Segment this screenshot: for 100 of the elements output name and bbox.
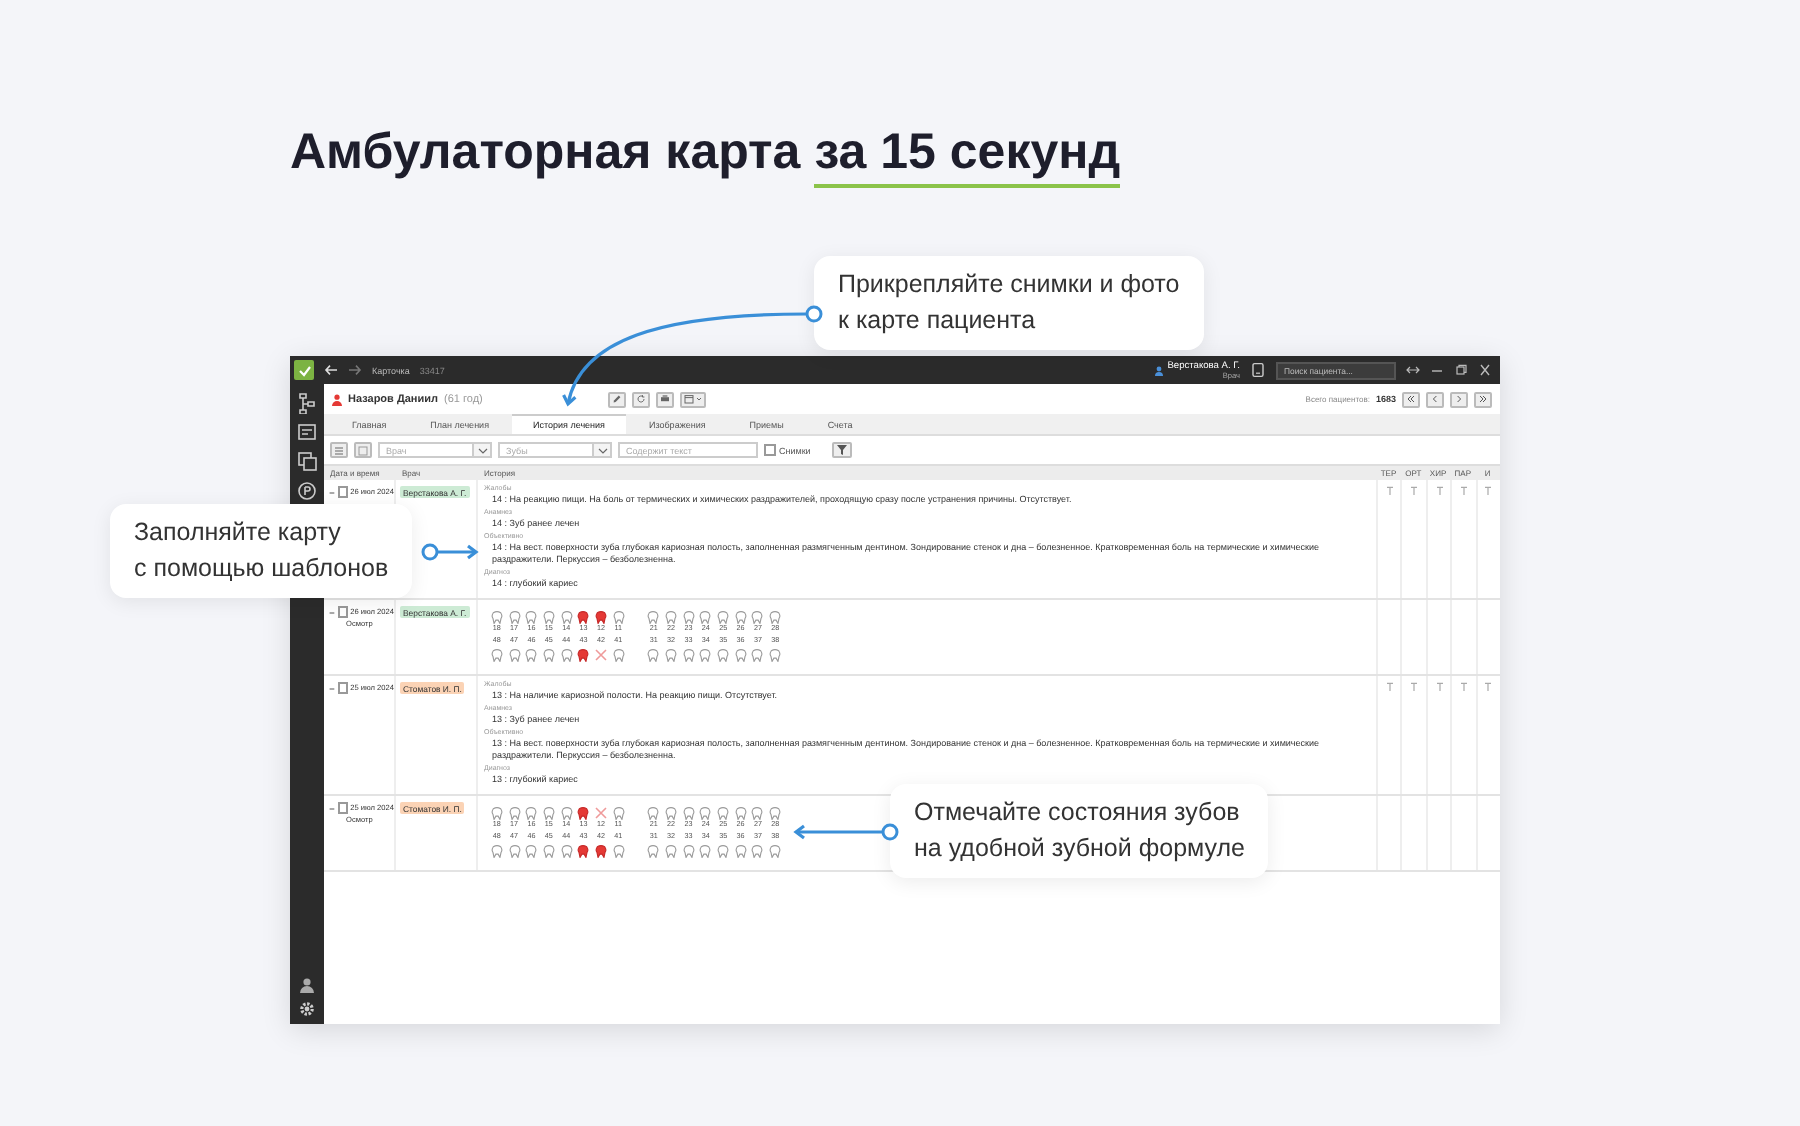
- tooth-icon[interactable]: [507, 647, 522, 661]
- phone-icon[interactable]: [1250, 362, 1266, 378]
- tooth-icon[interactable]: [576, 843, 591, 857]
- tooth-icon[interactable]: [576, 805, 591, 819]
- edit-button[interactable]: [608, 391, 627, 407]
- tooth-icon[interactable]: [524, 609, 539, 623]
- tooth-icon[interactable]: [541, 843, 556, 857]
- tooth-icon[interactable]: [716, 609, 731, 623]
- close-icon[interactable]: [1478, 364, 1492, 376]
- tooth-icon[interactable]: [750, 609, 765, 623]
- row-checkbox[interactable]: [337, 486, 349, 498]
- hierarchy-icon[interactable]: [296, 390, 318, 414]
- list-icon: [334, 445, 344, 455]
- calendar-button[interactable]: [680, 391, 707, 407]
- tooth-icon[interactable]: [593, 609, 608, 623]
- tooth-icon[interactable]: [698, 843, 713, 857]
- collapse-icon[interactable]: [328, 683, 336, 693]
- refresh-button[interactable]: [632, 391, 651, 407]
- back-icon[interactable]: [324, 364, 338, 376]
- tooth-icon[interactable]: [646, 609, 661, 623]
- tooth-icon[interactable]: [698, 805, 713, 819]
- row-checkbox[interactable]: [337, 606, 349, 618]
- tooth-icon[interactable]: [681, 805, 696, 819]
- collapse-icon[interactable]: [328, 487, 336, 497]
- tooth-icon[interactable]: [681, 843, 696, 857]
- tooth-icon[interactable]: [681, 609, 696, 623]
- tooth-icon[interactable]: [489, 609, 504, 623]
- tooth-icon[interactable]: [768, 609, 783, 623]
- tooth-icon[interactable]: [768, 805, 783, 819]
- tooth-icon[interactable]: [750, 843, 765, 857]
- list-view-button[interactable]: [330, 442, 348, 458]
- logo-icon[interactable]: [294, 360, 314, 380]
- coin-icon[interactable]: [296, 480, 318, 504]
- board-icon[interactable]: [296, 420, 318, 444]
- minimize-icon[interactable]: [1430, 364, 1444, 376]
- tooth-icon[interactable]: [611, 647, 626, 661]
- tooth-icon[interactable]: [646, 647, 661, 661]
- cards-icon[interactable]: [296, 450, 318, 474]
- previous-page-button[interactable]: [1426, 391, 1444, 407]
- images-checkbox[interactable]: [764, 444, 776, 456]
- tooth-icon[interactable]: [507, 805, 522, 819]
- tooth-icon[interactable]: [664, 843, 679, 857]
- tooth-icon[interactable]: [507, 609, 522, 623]
- tooth-icon[interactable]: [768, 647, 783, 661]
- tooth-icon[interactable]: [733, 843, 748, 857]
- tooth-icon[interactable]: [681, 647, 696, 661]
- tooth-icon[interactable]: [750, 647, 765, 661]
- tooth-icon[interactable]: [507, 843, 522, 857]
- first-page-button[interactable]: [1402, 391, 1420, 407]
- tooth-icon[interactable]: [489, 647, 504, 661]
- restore-icon[interactable]: [1454, 364, 1468, 376]
- grid-view-button[interactable]: [354, 442, 372, 458]
- refresh-icon: [636, 394, 647, 404]
- tooth-icon[interactable]: [646, 843, 661, 857]
- tooth-icon[interactable]: [698, 647, 713, 661]
- tooth-icon[interactable]: [541, 647, 556, 661]
- tooth-icon[interactable]: [698, 609, 713, 623]
- tooth-icon[interactable]: [541, 609, 556, 623]
- tooth-icon[interactable]: [559, 647, 574, 661]
- tooth-icon[interactable]: [559, 609, 574, 623]
- tooth-icon[interactable]: [524, 843, 539, 857]
- tooth-icon[interactable]: [611, 843, 626, 857]
- tooth-icon[interactable]: [716, 647, 731, 661]
- tooth-icon[interactable]: [716, 843, 731, 857]
- tooth-icon[interactable]: [593, 843, 608, 857]
- tooth-icon[interactable]: [733, 609, 748, 623]
- tooth-icon[interactable]: [750, 805, 765, 819]
- tooth-icon[interactable]: [524, 805, 539, 819]
- tooth-icon[interactable]: [664, 647, 679, 661]
- collapse-icon[interactable]: [328, 803, 336, 813]
- tooth-icon[interactable]: [611, 805, 626, 819]
- tooth-icon[interactable]: [559, 805, 574, 819]
- print-button[interactable]: [656, 391, 675, 407]
- tooth-icon[interactable]: [541, 805, 556, 819]
- last-page-button[interactable]: [1474, 391, 1492, 407]
- tooth-icon[interactable]: [576, 647, 591, 661]
- row-checkbox[interactable]: [337, 802, 349, 814]
- tooth-icon[interactable]: [611, 609, 626, 623]
- tooth-icon[interactable]: [716, 805, 731, 819]
- tooth-icon[interactable]: [664, 805, 679, 819]
- tooth-icon[interactable]: [559, 843, 574, 857]
- tooth-icon[interactable]: [576, 609, 591, 623]
- tooth-icon[interactable]: [524, 647, 539, 661]
- next-page-button[interactable]: [1450, 391, 1468, 407]
- tooth-icon[interactable]: [489, 843, 504, 857]
- pencil-icon: [612, 394, 623, 404]
- tooth-icon[interactable]: [733, 805, 748, 819]
- user-icon[interactable]: [298, 976, 316, 994]
- row-checkbox[interactable]: [337, 682, 349, 694]
- settings-icon[interactable]: [298, 1000, 316, 1018]
- tooth-icon[interactable]: [733, 647, 748, 661]
- patient-icon: [332, 393, 342, 405]
- tooth-icon[interactable]: [768, 843, 783, 857]
- filter-button[interactable]: [832, 442, 853, 458]
- tooth-icon[interactable]: [664, 609, 679, 623]
- swap-icon[interactable]: [1406, 364, 1420, 376]
- collapse-icon[interactable]: [328, 607, 336, 617]
- tooth-icon[interactable]: [646, 805, 661, 819]
- forward-icon[interactable]: [348, 364, 362, 376]
- tooth-icon[interactable]: [489, 805, 504, 819]
